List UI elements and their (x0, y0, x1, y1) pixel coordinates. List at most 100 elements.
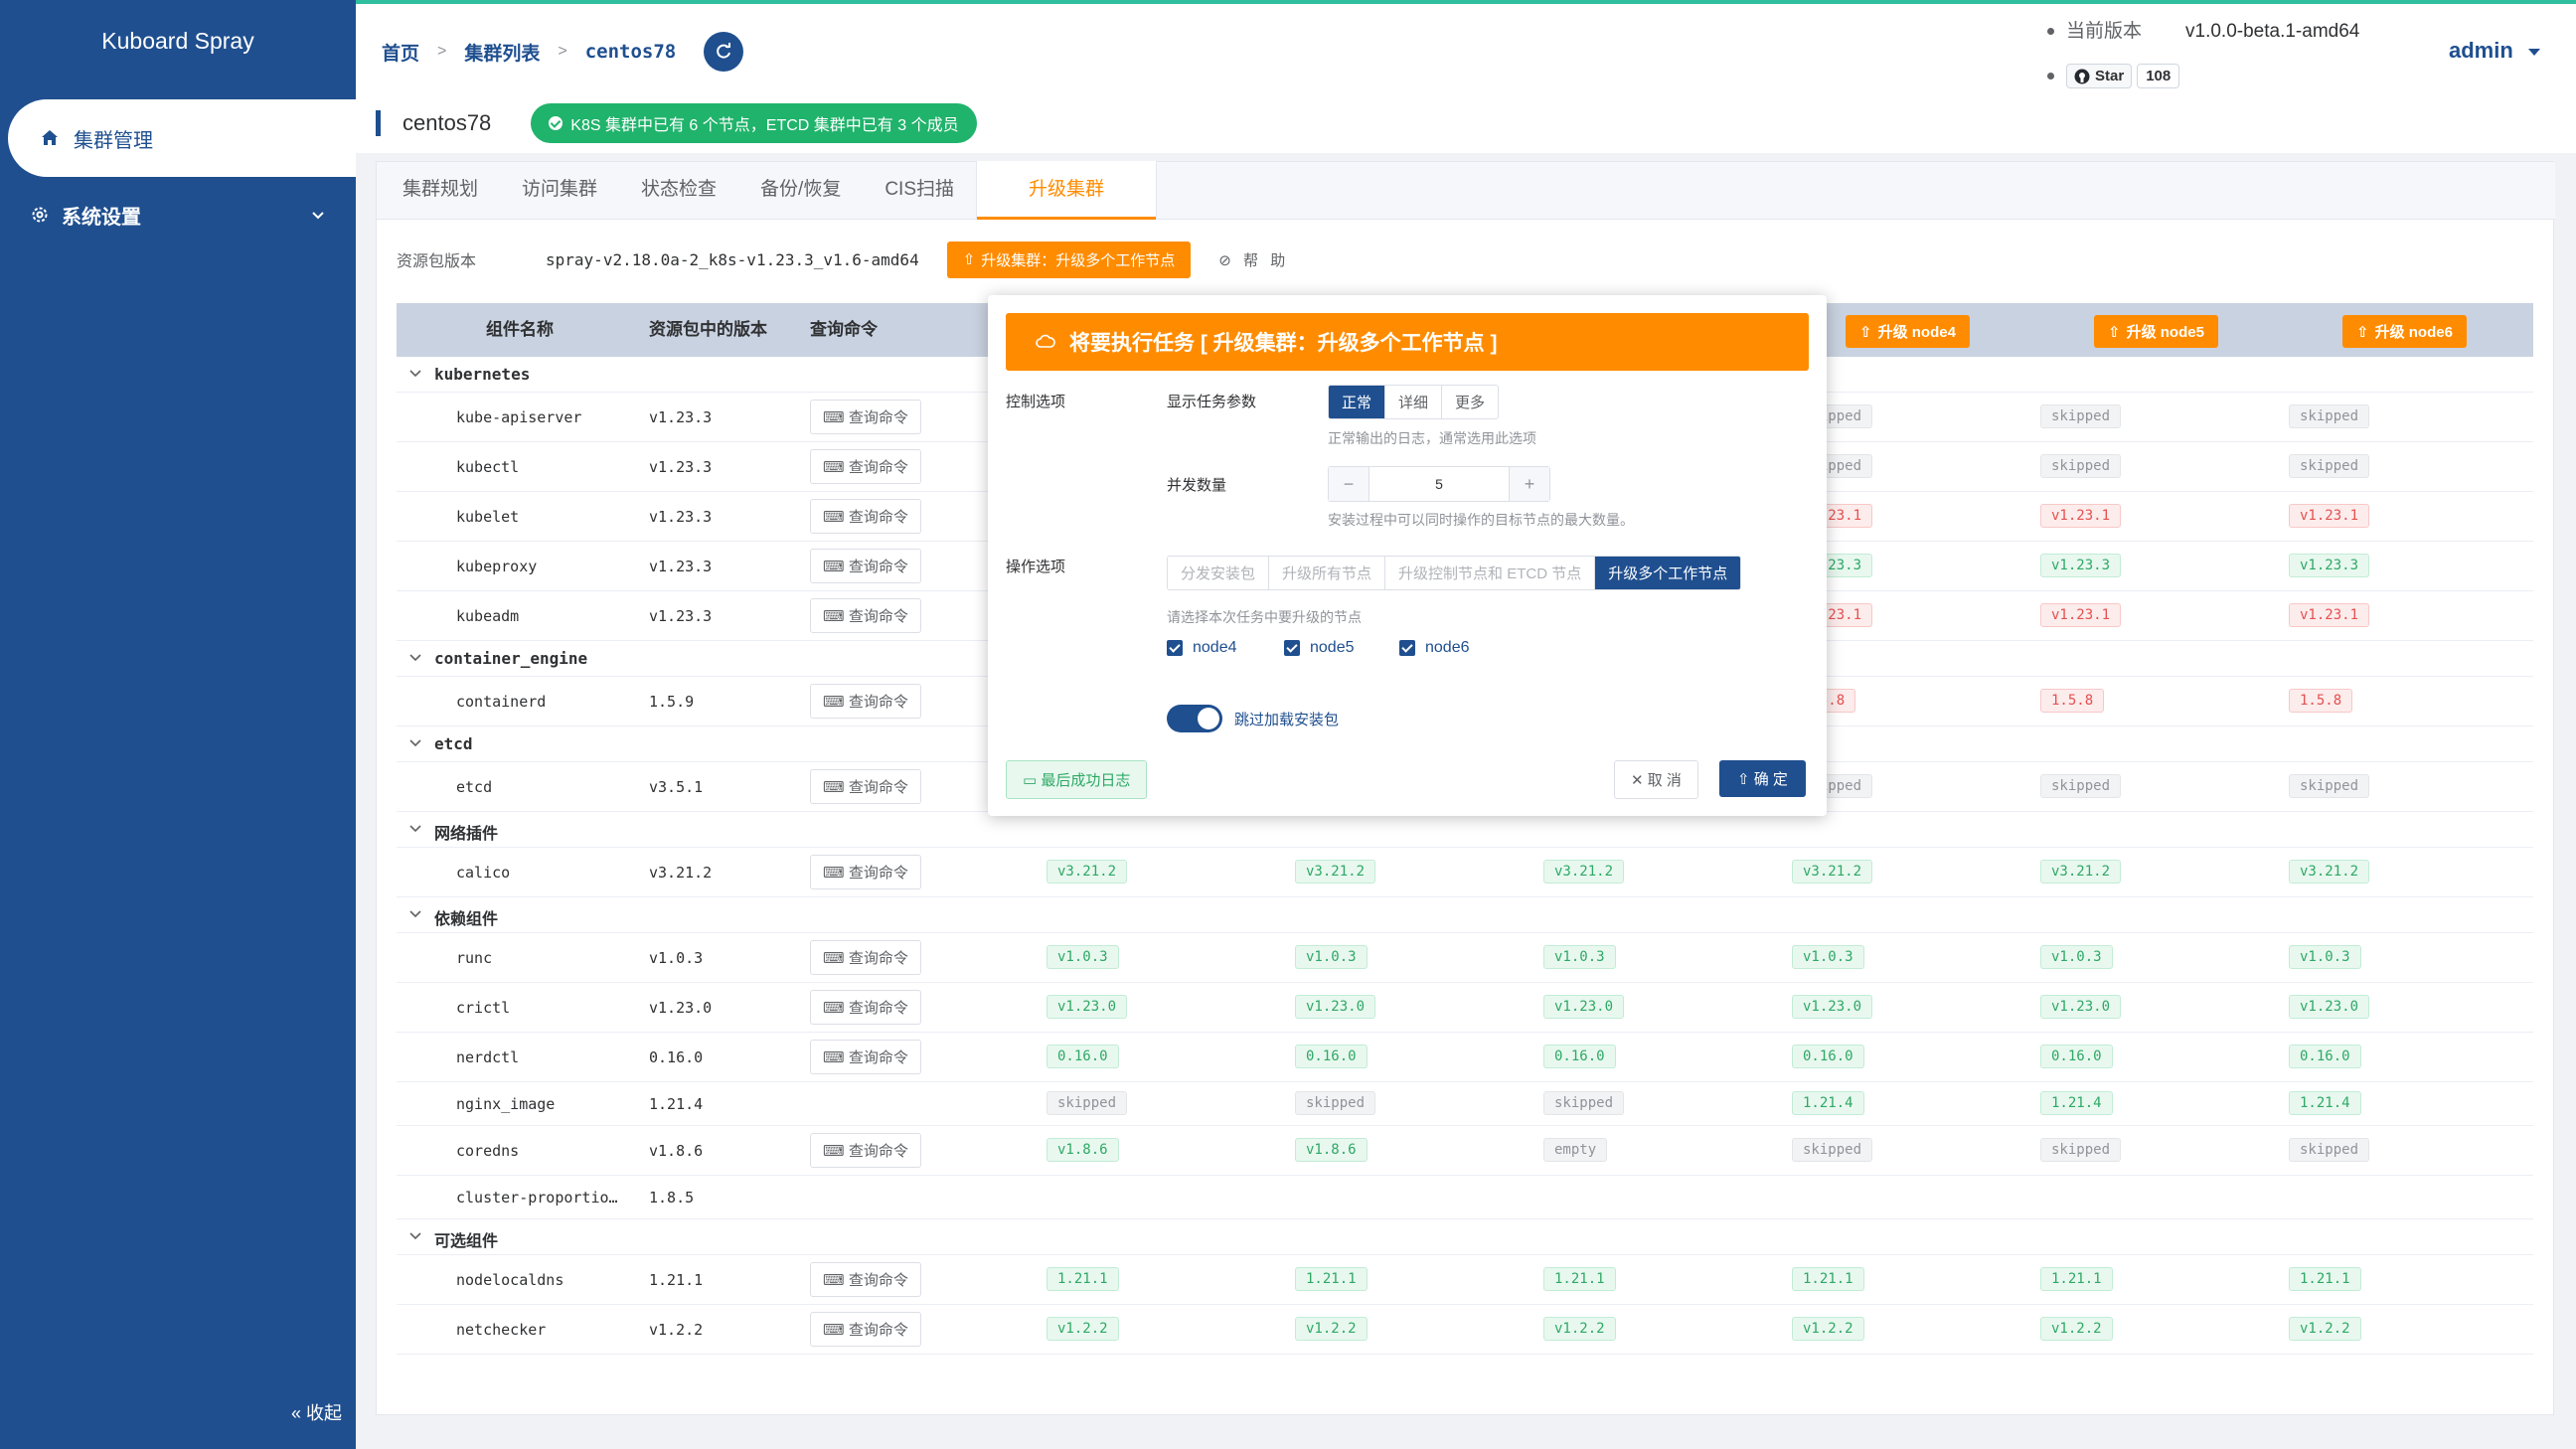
table-row: coredns v1.8.6 ⌨ 查询命令 v1.8.6 v1.8.6 empty skip… (397, 1126, 2533, 1176)
chevron-down-icon[interactable] (408, 367, 422, 385)
breadcrumb-cluster-list[interactable]: 集群列表 (464, 39, 540, 66)
tab-upgrade-cluster[interactable]: 升级集群 (976, 161, 1158, 220)
chevron-down-icon[interactable] (408, 1229, 422, 1247)
help-link[interactable]: ⊘ 帮 助 (1218, 249, 1289, 270)
version-status-badge: v1.2.2 (1543, 1317, 1616, 1341)
group-name: kubernetes (434, 365, 531, 384)
terminal-icon: ⌨ (823, 1049, 849, 1066)
query-command-button[interactable]: ⌨ 查询命令 (810, 940, 921, 975)
query-command-button[interactable]: ⌨ 查询命令 (810, 400, 921, 434)
component-name: kubectl (456, 458, 520, 476)
sidebar: Kuboard Spray 集群管理 系统设置 « 收起 (0, 0, 356, 1449)
tab-cluster-plan[interactable]: 集群规划 (381, 161, 500, 219)
query-command-button[interactable]: ⌨ 查询命令 (810, 1262, 921, 1297)
component-version: 0.16.0 (649, 1048, 704, 1066)
version-status-badge: skipped (1792, 1138, 1873, 1162)
gear-icon (30, 205, 50, 225)
upgrade-node5-button[interactable]: ⇧ 升级 node5 (2094, 315, 2218, 348)
verbosity-option-normal[interactable]: 正常 (1329, 386, 1386, 418)
last-success-log-button[interactable]: ▭ 最后成功日志 (1006, 760, 1148, 799)
decrement-button[interactable]: − (1329, 467, 1368, 501)
tab-cis-scan[interactable]: CIS扫描 (863, 161, 976, 219)
github-star-button[interactable]: Star (2066, 64, 2133, 88)
terminal-icon: ⌨ (823, 459, 849, 476)
parallel-input[interactable]: 5 (1368, 467, 1510, 501)
component-name: runc (456, 949, 493, 967)
op-option-upgrade-all[interactable]: 升级所有节点 (1269, 557, 1386, 589)
terminal-icon: ⌨ (823, 1322, 849, 1339)
parallel-stepper: − 5 + (1328, 466, 1550, 502)
tab-access-cluster[interactable]: 访问集群 (500, 161, 619, 219)
cloud-icon (1036, 330, 1055, 354)
tab-status-check[interactable]: 状态检查 (619, 161, 738, 219)
show-params-label: 显示任务参数 (1167, 394, 1257, 410)
node4-checkbox[interactable]: node4 (1167, 639, 1237, 657)
terminal-icon: ⌨ (823, 1272, 849, 1289)
sidebar-item-system-settings[interactable]: 系统设置 (0, 195, 356, 235)
query-command-button[interactable]: ⌨ 查询命令 (810, 990, 921, 1025)
upgrade-node4-button[interactable]: ⇧ 升级 node4 (1846, 315, 1970, 348)
query-command-button[interactable]: ⌨ 查询命令 (810, 769, 921, 804)
query-command-button[interactable]: ⌨ 查询命令 (810, 1133, 921, 1168)
query-command-button[interactable]: ⌨ 查询命令 (810, 1312, 921, 1347)
query-command-button[interactable]: ⌨ 查询命令 (810, 449, 921, 484)
version-status-badge: v3.21.2 (1543, 860, 1625, 884)
collapse-sidebar-button[interactable]: « 收起 (291, 1399, 342, 1425)
query-command-button[interactable]: ⌨ 查询命令 (810, 598, 921, 633)
upgrade-action-button[interactable]: ⇧ 升级集群：升级多个工作节点 (946, 241, 1192, 278)
table-row: nerdctl 0.16.0 ⌨ 查询命令 0.16.0 0.16.0 0.16.0 0.1… (397, 1033, 2533, 1082)
op-option-upgrade-control[interactable]: 升级控制节点和 ETCD 节点 (1385, 557, 1596, 589)
query-command-button[interactable]: ⌨ 查询命令 (810, 855, 921, 889)
github-star-count[interactable]: 108 (2137, 64, 2180, 88)
table-group-row: 网络插件 (397, 812, 2533, 848)
query-command-button[interactable]: ⌨ 查询命令 (810, 549, 921, 583)
tab-backup-restore[interactable]: 备份/恢复 (738, 161, 863, 219)
operation-options-label: 操作选项 (1006, 559, 1066, 575)
github-star: Star 108 (2047, 64, 2180, 88)
component-version: v1.23.3 (649, 458, 713, 476)
op-option-upgrade-workers[interactable]: 升级多个工作节点 (1595, 557, 1741, 589)
version-status-badge: v1.23.3 (2040, 554, 2122, 577)
user-menu[interactable]: admin (2449, 38, 2541, 64)
group-name: 网络插件 (434, 824, 499, 843)
version-status-badge: v1.0.3 (1295, 945, 1368, 969)
tab-bar: 集群规划 访问集群 状态检查 备份/恢复 CIS扫描 升级集群 (377, 161, 2555, 220)
increment-button[interactable]: + (1510, 467, 1549, 501)
upgrade-node6-button[interactable]: ⇧ 升级 node6 (2342, 315, 2467, 348)
terminal-icon: ⌨ (823, 950, 849, 967)
chevron-down-icon[interactable] (408, 736, 422, 754)
terminal-icon: ⌨ (823, 509, 849, 526)
version-status-badge: v1.23.0 (2040, 995, 2122, 1019)
version-status-badge: 1.21.4 (2040, 1091, 2113, 1115)
terminal-icon: ⌨ (823, 694, 849, 711)
sidebar-item-cluster-management[interactable]: 集群管理 (8, 99, 356, 177)
query-command-button[interactable]: ⌨ 查询命令 (810, 684, 921, 719)
version-status-badge: v1.0.3 (1543, 945, 1616, 969)
confirm-button[interactable]: ⇧ 确 定 (1719, 760, 1806, 797)
refresh-button[interactable] (704, 32, 744, 72)
skip-package-toggle[interactable] (1167, 705, 1222, 732)
chevron-down-icon[interactable] (408, 907, 422, 925)
version-status-badge: 1.21.1 (1295, 1267, 1368, 1291)
version-status-badge: v1.0.3 (2289, 945, 2361, 969)
component-version: v1.23.3 (649, 558, 713, 575)
breadcrumb-home[interactable]: 首页 (382, 39, 419, 66)
home-icon (42, 130, 58, 145)
component-name: coredns (456, 1142, 520, 1160)
query-command-button[interactable]: ⌨ 查询命令 (810, 1040, 921, 1074)
breadcrumb-separator-icon: > (558, 43, 567, 60)
op-option-distribute[interactable]: 分发安装包 (1168, 557, 1270, 589)
verbosity-option-detail[interactable]: 详细 (1385, 386, 1443, 418)
version-status-badge: skipped (2040, 774, 2122, 798)
component-name: kubeproxy (456, 558, 538, 575)
query-command-button[interactable]: ⌨ 查询命令 (810, 499, 921, 534)
node5-checkbox[interactable]: node5 (1284, 639, 1355, 657)
cancel-button[interactable]: ✕ 取 消 (1614, 760, 1698, 799)
chevron-down-icon[interactable] (408, 822, 422, 840)
node6-checkbox[interactable]: node6 (1399, 639, 1470, 657)
page-title: centos78 (402, 110, 492, 135)
verbosity-option-more[interactable]: 更多 (1442, 386, 1499, 418)
chevron-down-icon[interactable] (408, 651, 422, 669)
caret-down-icon (2527, 49, 2540, 56)
upload-icon: ⇧ (1737, 771, 1754, 788)
